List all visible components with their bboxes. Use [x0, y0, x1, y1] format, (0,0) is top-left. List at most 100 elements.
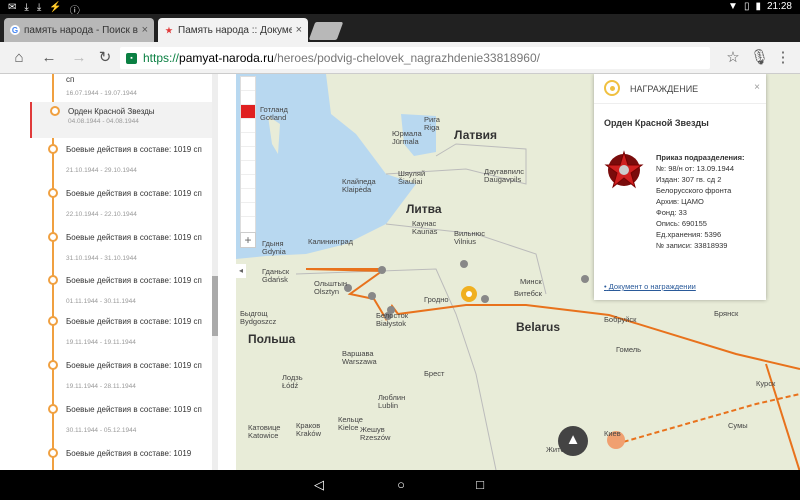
url-path: /heroes/podvig-chelovek_nagrazhdenie3381…: [273, 51, 540, 65]
city-label: Варшава Warszawa: [342, 349, 377, 366]
timeline-dot-icon: [48, 188, 58, 198]
tab-document[interactable]: ★ Память народа :: Документ ×: [158, 18, 308, 42]
timeline-item[interactable]: Боевые действия в составе: 1019: [30, 444, 212, 470]
link-text: Документ о награждении: [608, 282, 696, 291]
city-label: Шяуляй Šiauliai: [398, 169, 426, 186]
award-detail-line: № записи: 33818939: [656, 241, 728, 250]
timeline-dot-icon: [48, 275, 58, 285]
timeline-item[interactable]: Боевые действия в составе: 1019 сп 19.11.…: [30, 356, 212, 400]
url-host: pamyat-naroda.ru: [179, 51, 274, 65]
timeline-item-title: Боевые действия в составе: 1019 сп: [66, 361, 202, 370]
scroll-top-button[interactable]: ▲: [558, 426, 588, 456]
forward-icon[interactable]: →: [70, 49, 88, 67]
city-label: Гданьск Gdańsk: [262, 267, 290, 284]
timeline-scrollbar[interactable]: [212, 74, 218, 470]
city-label: Брянск: [714, 309, 739, 318]
city-label: Люблин Lublin: [378, 393, 406, 410]
city-label: Курск: [756, 379, 776, 388]
award-detail-line: Опись: 690155: [656, 219, 707, 228]
zoom-in-button[interactable]: +: [240, 232, 256, 248]
close-icon[interactable]: ×: [296, 24, 302, 36]
timeline-item[interactable]: Боевые действия в составе: 1019 сп 21.10.…: [30, 140, 212, 184]
award-document-link[interactable]: • Документ о награждении: [604, 282, 696, 291]
legend-swatch[interactable]: [241, 147, 255, 161]
legend-swatch[interactable]: [241, 189, 255, 203]
legend-swatch[interactable]: [241, 203, 255, 217]
timeline-item[interactable]: Орден Красной Звезды 04.08.1944 - 04.08.1…: [30, 102, 212, 138]
timeline-item[interactable]: Боевые действия в составе: 1019 сп 01.11.…: [30, 271, 212, 312]
map-pin[interactable]: [368, 292, 376, 300]
timeline-dot-icon: [48, 448, 58, 458]
timeline-item[interactable]: Боевые действия в составе: 1019 сп 19.11.…: [30, 312, 212, 356]
legend-swatch[interactable]: [241, 119, 255, 133]
collapse-panel-button[interactable]: ◂: [236, 264, 246, 278]
legend-swatch[interactable]: [241, 91, 255, 105]
microphone-icon[interactable]: 🎙: [750, 49, 769, 67]
country-label: Латвия: [454, 128, 498, 142]
city-label: Краков Kraków: [296, 421, 322, 438]
link-bullet: •: [604, 282, 607, 291]
city-label: Рига Riga: [424, 115, 440, 132]
tab-strip: G память народа - Поиск в G × ★ Память н…: [0, 14, 800, 42]
back-icon[interactable]: ←: [40, 49, 58, 67]
legend-swatch[interactable]: [241, 133, 255, 147]
timeline-item-title: Боевые действия в составе: 1019 сп: [66, 405, 202, 414]
legend-swatch[interactable]: [241, 161, 255, 175]
timeline-item-title: Боевые действия в составе: 1019: [66, 449, 192, 458]
city-label: Белосток Białystok: [376, 311, 409, 328]
vibrate-icon: ▯: [743, 1, 750, 12]
tab-search[interactable]: G память народа - Поиск в G ×: [4, 18, 154, 42]
city-label: Гродно: [424, 295, 449, 304]
map-pin[interactable]: [581, 275, 589, 283]
city-label: Калининград: [308, 237, 354, 246]
bookmark-star-icon[interactable]: ☆: [724, 49, 742, 67]
tab-label: Память народа :: Документ: [178, 24, 292, 36]
legend-swatch[interactable]: [241, 77, 255, 91]
address-input[interactable]: ▪ https:// pamyat-naroda.ru /heroes/podv…: [120, 47, 710, 69]
timeline-panel: сп 16.07.1944 - 19.07.1944 Орден Красной З…: [30, 74, 218, 470]
timeline-scrollbar-thumb[interactable]: [212, 276, 218, 336]
timeline-item-title: Орден Красной Звезды: [68, 107, 155, 116]
legend-swatch[interactable]: [241, 175, 255, 189]
reload-icon[interactable]: ↻: [96, 49, 114, 67]
map-pin[interactable]: [460, 260, 468, 268]
city-label: Бобруйск: [604, 315, 637, 324]
menu-icon[interactable]: ⋮: [774, 49, 792, 67]
legend-swatch[interactable]: [241, 105, 255, 119]
popup-header: НАГРАЖДЕНИЕ ×: [594, 74, 766, 104]
city-label: Клайпеда Klaipėda: [342, 177, 376, 194]
timeline-item[interactable]: сп 16.07.1944 - 19.07.1944: [30, 74, 212, 102]
close-icon[interactable]: ×: [142, 24, 148, 36]
url-bar: ⌂ ← → ↻ ▪ https:// pamyat-naroda.ru /her…: [0, 42, 800, 74]
lock-icon: ▪: [126, 52, 137, 64]
timeline-item[interactable]: Боевые действия в составе: 1019 сп 22.10.…: [30, 184, 212, 228]
home-icon[interactable]: ⌂: [10, 49, 28, 67]
status-bar: ✉ ⤓ ⤓ ⚡ ⓘ ▼ ▯ ▮ 21:28: [0, 0, 800, 17]
award-detail-line: Издан: 307 гв. сд 2: [656, 175, 722, 184]
active-map-pin[interactable]: [461, 286, 477, 302]
clock-text: 21:28: [766, 1, 792, 12]
back-button[interactable]: ◁: [311, 477, 327, 493]
country-label: Литва: [406, 202, 442, 216]
timeline-item[interactable]: Боевые действия в составе: 1019 сп 30.11.…: [30, 400, 212, 444]
award-detail-line: Архив: ЦАМО: [656, 197, 704, 206]
new-tab-button[interactable]: [308, 22, 344, 40]
city-label: Гомель: [616, 345, 642, 354]
star-icon: ★: [165, 25, 173, 35]
close-icon[interactable]: ×: [754, 82, 760, 93]
timeline-item-dates: 19.11.1944 - 28.11.1944: [66, 383, 136, 390]
medal-icon: [604, 80, 620, 96]
google-icon: G: [10, 25, 20, 35]
recents-button[interactable]: □: [472, 477, 488, 493]
system-nav-bar: ◁ ○ □: [0, 470, 800, 500]
map-legend: [240, 76, 256, 246]
city-label: Каунас Kaunas: [412, 219, 438, 236]
award-detail-line: Приказ подразделения:: [656, 153, 745, 162]
home-button[interactable]: ○: [393, 477, 409, 493]
timeline-item-dates: 16.07.1944 - 19.07.1944: [66, 90, 137, 97]
timeline-item[interactable]: Боевые действия в составе: 1019 сп 31.10.…: [30, 228, 212, 272]
award-detail-line: Фонд: 33: [656, 208, 687, 217]
city-label: Лодзь Łódź: [282, 373, 303, 390]
map-pin[interactable]: [378, 266, 386, 274]
map-pin[interactable]: [481, 295, 489, 303]
